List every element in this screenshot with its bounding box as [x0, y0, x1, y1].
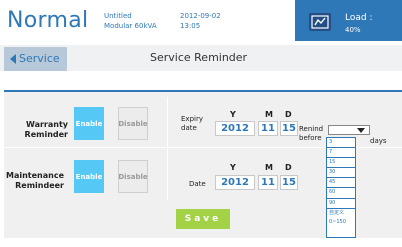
remind-label-line1: Renind — [299, 125, 324, 133]
remind-days-options: 3 7 15 30 45 60 90 自定义0~150 — [326, 137, 356, 238]
maint-year-header: Y — [230, 163, 236, 172]
datetime-info: 2012-09-02 13:05 — [180, 11, 221, 31]
warranty-reminder-label: Warranty Reminder — [22, 120, 68, 140]
operating-mode: Normal — [7, 8, 89, 33]
device-name: Untitled — [104, 12, 132, 20]
back-button-label: Service — [19, 52, 60, 65]
page-title: Service Reminder — [150, 51, 248, 64]
remind-option-60[interactable]: 60 — [327, 188, 355, 199]
remind-option-custom[interactable]: 自定义0~150 — [327, 209, 355, 225]
back-arrow-icon — [10, 54, 16, 64]
maintenance-label-line2: Remindeer — [15, 181, 64, 190]
days-label: days — [370, 137, 387, 145]
month-header: M — [265, 110, 273, 119]
remind-label-line2: before — [299, 134, 322, 142]
back-button[interactable]: Service — [4, 47, 67, 71]
maintenance-date-label: Date — [189, 180, 206, 188]
warranty-day-field[interactable]: 15 — [280, 121, 298, 136]
maintenance-reminder-label: Maintenance Remindeer — [4, 171, 64, 191]
maint-day-header: D — [285, 163, 292, 172]
time-text: 13:05 — [180, 22, 201, 30]
maintenance-day-field[interactable]: 15 — [280, 175, 298, 190]
remind-before-label: Renind before — [299, 125, 323, 143]
date-text: 2012-09-02 — [180, 12, 221, 20]
maintenance-label-line1: Maintenance — [5, 171, 64, 180]
load-label: Load : — [345, 13, 373, 23]
expiry-label-line1: Expiry — [181, 115, 203, 123]
expiry-date-label: Expiry date — [181, 115, 203, 133]
warranty-label-line1: Warranty — [26, 120, 68, 129]
column-divider — [167, 97, 168, 200]
remind-option-3[interactable]: 3 — [327, 138, 355, 149]
maintenance-year-field[interactable]: 2012 — [215, 175, 255, 190]
device-model: Modular 60kVA — [104, 22, 157, 30]
load-readout: Load : 40% — [345, 12, 372, 36]
alarm-bell-icon[interactable] — [309, 13, 331, 31]
save-button[interactable]: Save — [176, 209, 230, 229]
day-header: D — [285, 110, 292, 119]
warranty-label-line2: Reminder — [24, 130, 68, 139]
remind-days-select[interactable] — [328, 125, 370, 135]
expiry-label-line2: date — [181, 124, 197, 132]
warranty-month-field[interactable]: 11 — [258, 121, 278, 136]
load-value: 40% — [345, 26, 361, 34]
device-info: Untitled Modular 60kVA — [104, 11, 157, 31]
maintenance-disable-button[interactable]: Disable — [118, 160, 148, 193]
maint-month-header: M — [265, 163, 273, 172]
remind-option-7[interactable]: 7 — [327, 148, 355, 159]
year-header: Y — [230, 110, 236, 119]
remind-option-90[interactable]: 90 — [327, 199, 355, 209]
chevron-down-icon — [357, 128, 365, 133]
warranty-disable-button[interactable]: Disable — [118, 107, 148, 140]
maintenance-enable-button[interactable]: Enable — [74, 160, 104, 193]
maintenance-month-field[interactable]: 11 — [258, 175, 278, 190]
warranty-year-field[interactable]: 2012 — [215, 121, 255, 136]
remind-option-30[interactable]: 30 — [327, 168, 355, 179]
remind-option-15[interactable]: 15 — [327, 158, 355, 169]
remind-option-45[interactable]: 45 — [327, 178, 355, 189]
warranty-enable-button[interactable]: Enable — [74, 107, 104, 140]
